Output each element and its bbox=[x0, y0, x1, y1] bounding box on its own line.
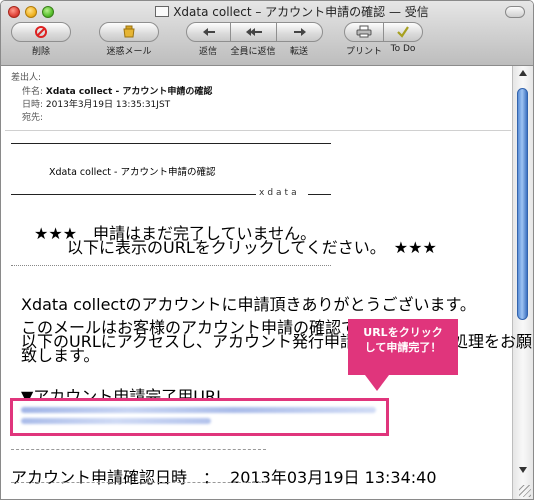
todo-button[interactable] bbox=[383, 22, 423, 42]
delete-button[interactable] bbox=[11, 22, 71, 42]
scroll-down-arrow-icon[interactable] bbox=[519, 467, 527, 473]
forward-button[interactable] bbox=[276, 22, 323, 42]
window-title: Xdata collect – アカウント申請の確認 — 受信 bbox=[131, 3, 453, 20]
date-value: 2013年3月19日 13:35:31JST bbox=[45, 100, 171, 110]
todo-label: To Do bbox=[390, 44, 416, 54]
scroll-thumb[interactable] bbox=[517, 88, 528, 320]
forward-arrow-icon bbox=[293, 28, 306, 36]
dotted-divider bbox=[11, 265, 331, 266]
envelope-icon bbox=[155, 6, 170, 17]
callout-line-1: URLをクリック bbox=[363, 326, 443, 339]
brand-rule-left bbox=[11, 194, 256, 195]
confirmation-url-box bbox=[10, 398, 389, 436]
body-line-3: 致します。 bbox=[21, 346, 100, 365]
message-header: 差出人: 件名: Xdata collect - アカウント申請の確認 日時: … bbox=[1, 66, 513, 130]
junk-button[interactable] bbox=[99, 22, 159, 42]
delete-label: 削除 bbox=[31, 47, 50, 57]
vertical-scrollbar[interactable] bbox=[512, 66, 533, 499]
thanks-text: Xdata collectのアカウントに申請頂きありがとうございます。 bbox=[21, 295, 476, 314]
brand-text: xdata bbox=[259, 188, 300, 198]
reply-button[interactable] bbox=[186, 22, 231, 42]
from-row: 差出人: bbox=[11, 70, 41, 83]
to-row: 宛先: bbox=[22, 110, 43, 123]
confirm-date-label: アカウント申請確認日時 ： bbox=[11, 468, 220, 487]
delete-icon bbox=[35, 26, 47, 38]
print-button[interactable] bbox=[344, 22, 384, 42]
resize-grip-icon[interactable] bbox=[519, 485, 531, 497]
date-label: 日時: bbox=[22, 100, 44, 110]
zoom-window-button[interactable] bbox=[42, 6, 54, 18]
callout-line-2: して申請完了！ bbox=[364, 341, 442, 354]
subject-value: Xdata collect - アカウント申請の確認 bbox=[45, 87, 213, 97]
brand-rule-right bbox=[308, 194, 331, 195]
confirm-date-value: 2013年03月19日 13:34:40 bbox=[230, 468, 437, 487]
confirm-date-row: アカウント申請確認日時 ： 2013年03月19日 13:34:40 bbox=[11, 464, 437, 488]
confirmation-url-link-continued[interactable] bbox=[21, 418, 211, 424]
window-title-text: Xdata collect – アカウント申請の確認 — 受信 bbox=[173, 5, 429, 19]
confirmation-url-link[interactable] bbox=[21, 407, 376, 413]
subject-label: 件名: bbox=[22, 87, 44, 97]
close-window-button[interactable] bbox=[8, 6, 20, 18]
header-divider bbox=[5, 130, 511, 131]
subject-row: 件名: Xdata collect - アカウント申請の確認 bbox=[22, 84, 212, 97]
top-rule bbox=[11, 143, 331, 144]
junk-label: 迷惑メール bbox=[106, 47, 152, 57]
scroll-up-arrow-icon[interactable] bbox=[519, 70, 527, 76]
dashed-divider-bottom bbox=[11, 482, 266, 483]
junk-bag-icon bbox=[123, 25, 135, 38]
printer-icon bbox=[356, 25, 372, 38]
checkmark-icon bbox=[397, 26, 409, 38]
toolbar-toggle-button[interactable] bbox=[505, 6, 525, 18]
dashed-divider-top bbox=[11, 449, 266, 450]
reply-all-button[interactable] bbox=[230, 22, 277, 42]
reply-arrow-icon bbox=[202, 28, 215, 36]
to-label: 宛先: bbox=[22, 113, 44, 123]
notice-line-2: 以下に表示のURLをクリックしてください。 ★★★ bbox=[67, 238, 437, 257]
message-title: Xdata collect - アカウント申請の確認 bbox=[49, 167, 216, 178]
title-bar: Xdata collect – アカウント申請の確認 — 受信 削除 迷惑メール… bbox=[1, 1, 533, 66]
reply-all-arrow-icon bbox=[245, 28, 262, 36]
minimize-window-button[interactable] bbox=[25, 6, 37, 18]
from-label: 差出人: bbox=[11, 73, 42, 83]
forward-label: 転送 bbox=[289, 47, 308, 57]
mail-window: Xdata collect – アカウント申請の確認 — 受信 削除 迷惑メール… bbox=[0, 0, 534, 500]
date-row: 日時: 2013年3月19日 13:35:31JST bbox=[22, 97, 170, 110]
callout-tail bbox=[365, 375, 389, 391]
callout-bubble: URLをクリック して申請完了！ bbox=[348, 319, 458, 375]
